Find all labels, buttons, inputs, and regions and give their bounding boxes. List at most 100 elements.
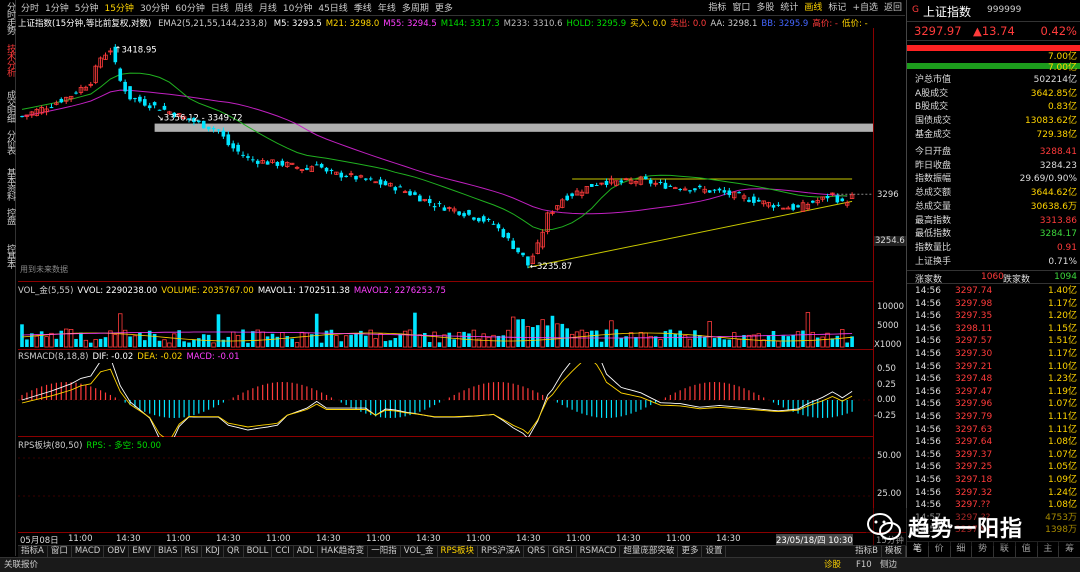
- period-5[interactable]: 60分钟: [175, 1, 204, 14]
- indicator-tab-21[interactable]: 更多: [678, 546, 703, 557]
- period-14[interactable]: 更多: [435, 1, 453, 14]
- volume-bar: [471, 329, 477, 348]
- price-pane[interactable]: ↑3418.95 ↘3356.12 - 3349.72 ←3235.87 用到未来数据: [18, 28, 873, 282]
- quote-change: ▲13.74: [973, 24, 1015, 38]
- stat-row: 指数振幅 29.69/0.90%: [907, 173, 1080, 187]
- indicator-tab-22[interactable]: 设置: [702, 546, 727, 557]
- period-11[interactable]: 季线: [354, 1, 372, 14]
- rps-chart[interactable]: [18, 450, 873, 532]
- indicator-tab-20[interactable]: 超量庞部突破: [620, 546, 679, 557]
- period-8[interactable]: 月线: [259, 1, 277, 14]
- volume-bar: [535, 325, 540, 347]
- macd-chart[interactable]: [18, 340, 873, 449]
- indicator-tab-3[interactable]: OBV: [104, 546, 130, 557]
- indicator-tab-11[interactable]: ADL: [294, 546, 318, 557]
- indicator-tab-1[interactable]: 窗口: [48, 546, 72, 557]
- indicator-tab-right-1[interactable]: 模板: [882, 546, 906, 557]
- dif-line: [21, 340, 853, 449]
- tool-1[interactable]: 窗口: [732, 0, 750, 13]
- stat-key: 总成交量: [915, 201, 952, 212]
- volume-bar: [79, 332, 83, 347]
- volume-bar: [118, 313, 123, 348]
- rps-pane[interactable]: [18, 450, 873, 532]
- indicator-tab-10[interactable]: CCI: [272, 546, 294, 557]
- indicator-tab-9[interactable]: BOLL: [244, 546, 273, 557]
- candle: [270, 159, 275, 164]
- indicator-tab-17[interactable]: QRS: [524, 546, 550, 557]
- period-4[interactable]: 30分钟: [140, 1, 169, 14]
- volume-bar: [560, 323, 565, 347]
- volume-bar: [142, 340, 147, 347]
- indicator-tab-0[interactable]: 指标A: [18, 546, 48, 557]
- volume-chart[interactable]: [18, 295, 873, 350]
- tool-2[interactable]: 多股: [756, 0, 774, 13]
- indicator-tab-15[interactable]: RPS板块: [438, 546, 478, 557]
- left-tab-5[interactable]: 控盘: [1, 208, 15, 224]
- candle: [344, 174, 348, 178]
- stat-value: 3284.17: [1039, 229, 1077, 240]
- macd-pane[interactable]: [18, 340, 873, 449]
- period-3[interactable]: 15分钟: [104, 1, 133, 14]
- volume-bar: [98, 338, 103, 347]
- candle: [138, 94, 142, 104]
- quote-code: 999999: [987, 5, 1022, 15]
- candlestick-chart[interactable]: ↑3418.95 ↘3356.12 - 3349.72 ←3235.87 用到未来数据: [18, 28, 873, 282]
- candle: [574, 188, 580, 196]
- period-9[interactable]: 10分钟: [283, 1, 312, 14]
- tick-volume: 1.23亿: [1047, 374, 1077, 385]
- tick-time: 14:56: [915, 323, 941, 334]
- stat-key: 总成交额: [915, 188, 952, 199]
- period-6[interactable]: 日线: [211, 1, 229, 14]
- tool-3[interactable]: 统计: [780, 0, 798, 13]
- candle: [796, 204, 800, 208]
- indicator-tab-12[interactable]: HAK趋奇变: [318, 546, 369, 557]
- sidebar-button[interactable]: 侧边: [880, 558, 897, 572]
- tool-5[interactable]: 标记: [828, 0, 846, 13]
- period-0[interactable]: 分时: [21, 1, 39, 14]
- tool-7[interactable]: 返回: [884, 0, 902, 13]
- left-tab-6[interactable]: 控基本: [1, 244, 15, 268]
- stat-row: 最低指数 3284.17: [907, 228, 1080, 242]
- indicator-tab-18[interactable]: GRSI: [549, 546, 577, 557]
- indicator-tab-13[interactable]: 一阳指: [368, 546, 401, 557]
- tick-price: 3297.47: [955, 386, 993, 397]
- related-quote-link[interactable]: 关联报价: [4, 558, 38, 572]
- left-tab-1[interactable]: 技术分析: [1, 44, 15, 76]
- period-10[interactable]: 45日线: [318, 1, 347, 14]
- tool-4[interactable]: 画线: [804, 0, 822, 13]
- volume-bar: [835, 335, 840, 347]
- indicator-tab-right-0[interactable]: 指标B: [852, 546, 882, 557]
- indicator-tab-19[interactable]: RSMACD: [577, 546, 621, 557]
- period-12[interactable]: 年线: [378, 1, 396, 14]
- diagnose-button[interactable]: 诊股: [824, 558, 841, 572]
- candle: [496, 222, 501, 232]
- period-13[interactable]: 多周期: [402, 1, 429, 14]
- summary-key: B股成交: [915, 102, 949, 113]
- indicator-tab-8[interactable]: QR: [224, 546, 244, 557]
- left-tab-2[interactable]: 成交明细: [1, 90, 15, 122]
- period-1[interactable]: 1分钟: [45, 1, 69, 14]
- watermark-text: 趋势一阳指: [908, 517, 1024, 542]
- volume-bar: [442, 334, 447, 348]
- left-tab-0[interactable]: 分时走势: [1, 2, 15, 34]
- tool-6[interactable]: +自选: [852, 0, 878, 13]
- indicator-tab-6[interactable]: RSI: [182, 546, 203, 557]
- tick-time: 14:56: [915, 437, 941, 448]
- period-2[interactable]: 5分钟: [75, 1, 99, 14]
- indicator-tab-16[interactable]: RPS沪深A: [478, 546, 525, 557]
- indicator-tab-14[interactable]: VOL_金: [401, 546, 438, 557]
- up-count: 1060: [981, 272, 1004, 282]
- left-tab-4[interactable]: 基本资料: [1, 168, 15, 200]
- volume-pane[interactable]: [18, 295, 873, 350]
- macd-axis-000: 0.00: [877, 395, 896, 405]
- indicator-tab-5[interactable]: BIAS: [155, 546, 182, 557]
- indicator-tab-2[interactable]: MACD: [72, 546, 105, 557]
- indicator-tab-4[interactable]: EMV: [129, 546, 155, 557]
- indicator-tab-7[interactable]: KDJ: [202, 546, 224, 557]
- period-7[interactable]: 周线: [235, 1, 253, 14]
- tool-0[interactable]: 指标: [708, 0, 726, 13]
- left-tab-3[interactable]: 分价表: [1, 130, 15, 154]
- candle: [74, 90, 78, 95]
- tick-price: 3297.18: [955, 475, 993, 485]
- f10-button[interactable]: F10: [856, 558, 872, 572]
